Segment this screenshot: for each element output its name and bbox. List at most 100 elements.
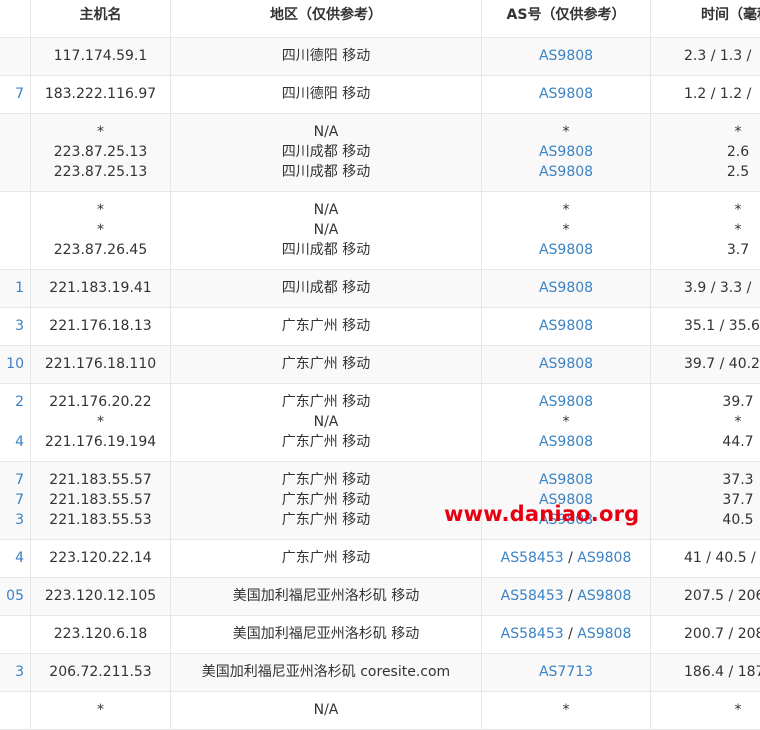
hop-cell	[0, 38, 31, 76]
latency-value: 200.7 / 208.9	[684, 624, 760, 644]
traceroute-table-container: 主机名 地区（仅供参考） AS号（仅供参考） 时间（毫秒 117.174.59.…	[0, 0, 760, 730]
as-link[interactable]: AS9808	[539, 86, 593, 102]
time-cell: 2.3 / 1.3 /	[651, 38, 760, 76]
as-link[interactable]: AS9808	[539, 242, 593, 258]
hop-number[interactable]: 1	[0, 278, 24, 298]
region-text: 美国加利福尼亚州洛杉矶 移动	[171, 586, 481, 606]
hop-number[interactable]: 7	[0, 490, 24, 510]
host-ip: 223.120.12.105	[31, 586, 170, 606]
hop-number[interactable]	[0, 412, 24, 432]
region-text: 美国加利福尼亚州洛杉矶 移动	[171, 624, 481, 644]
latency-value: 2.6	[684, 142, 760, 162]
hop-number[interactable]	[0, 162, 24, 182]
as-link[interactable]: AS9808	[539, 434, 593, 450]
host-ip: 221.183.55.57	[31, 470, 170, 490]
hop-number[interactable]: 7	[0, 84, 24, 104]
hop-number[interactable]: 10	[0, 354, 24, 374]
latency-value: 37.7	[684, 490, 760, 510]
as-link[interactable]: AS7713	[539, 664, 593, 680]
traceroute-table: 主机名 地区（仅供参考） AS号（仅供参考） 时间（毫秒 117.174.59.…	[0, 0, 760, 730]
hop-cell	[0, 616, 31, 654]
host-ip: 223.120.22.14	[31, 548, 170, 568]
region-text: 四川德阳 移动	[171, 84, 481, 104]
hop-number[interactable]	[0, 200, 24, 220]
host-ip: 223.87.25.13	[31, 142, 170, 162]
as-unknown: *	[563, 124, 570, 140]
hop-number[interactable]: 7	[0, 470, 24, 490]
region-text: 广东广州 移动	[171, 316, 481, 336]
as-link[interactable]: AS9808	[539, 280, 593, 296]
host-cell: 221.183.55.57221.183.55.57221.183.55.53	[31, 462, 171, 540]
as-unknown: *	[563, 414, 570, 430]
as-link[interactable]: AS9808	[577, 588, 631, 604]
hop-cell: 7	[0, 76, 31, 114]
host-cell: 223.120.6.18	[31, 616, 171, 654]
as-link[interactable]: AS9808	[539, 472, 593, 488]
hop-number[interactable]	[0, 624, 24, 644]
table-row: *223.87.25.13223.87.25.13N/A四川成都 移动四川成都 …	[0, 114, 760, 192]
table-row: 773221.183.55.57221.183.55.57221.183.55.…	[0, 462, 760, 540]
latency-value: *	[684, 412, 760, 432]
latency-value: 44.7	[684, 432, 760, 452]
table-row: 4223.120.22.14广东广州 移动AS58453 / AS980841 …	[0, 540, 760, 578]
hop-number[interactable]: 4	[0, 548, 24, 568]
as-separator: /	[564, 588, 578, 604]
as-line: AS9808	[482, 278, 650, 298]
hop-number[interactable]: 3	[0, 510, 24, 530]
as-cell: *	[482, 692, 651, 730]
region-text: N/A	[171, 412, 481, 432]
as-unknown: *	[563, 702, 570, 718]
host-ip: *	[31, 700, 170, 720]
hop-number[interactable]	[0, 46, 24, 66]
table-row: 1221.183.19.41四川成都 移动AS98083.9 / 3.3 /	[0, 270, 760, 308]
hop-cell: 1	[0, 270, 31, 308]
as-link[interactable]: AS9808	[539, 144, 593, 160]
hop-cell	[0, 114, 31, 192]
as-link[interactable]: AS58453	[501, 588, 564, 604]
as-link[interactable]: AS9808	[577, 550, 631, 566]
column-header-as: AS号（仅供参考）	[482, 0, 651, 38]
as-link[interactable]: AS9808	[539, 318, 593, 334]
latency-value: 3.7	[684, 240, 760, 260]
as-link[interactable]: AS9808	[577, 626, 631, 642]
as-cell: AS9808	[482, 76, 651, 114]
region-text: 美国加利福尼亚州洛杉矶 coresite.com	[171, 662, 481, 682]
as-link[interactable]: AS9808	[539, 164, 593, 180]
as-link[interactable]: AS58453	[501, 550, 564, 566]
host-ip: *	[31, 200, 170, 220]
as-link[interactable]: AS9808	[539, 48, 593, 64]
hop-number[interactable]	[0, 142, 24, 162]
latency-value: 41 / 40.5 /	[684, 548, 760, 568]
hop-number[interactable]: 3	[0, 316, 24, 336]
region-cell: 广东广州 移动	[171, 346, 482, 384]
region-text: N/A	[171, 220, 481, 240]
host-cell: 223.120.22.14	[31, 540, 171, 578]
hop-number[interactable]: 4	[0, 432, 24, 452]
table-row: *N/A**	[0, 692, 760, 730]
as-line: AS9808	[482, 240, 650, 260]
hop-number[interactable]: 05	[0, 586, 24, 606]
host-ip: *	[31, 122, 170, 142]
as-separator: /	[564, 626, 578, 642]
latency-value: 40.5	[684, 510, 760, 530]
hop-number[interactable]: 3	[0, 662, 24, 682]
as-link[interactable]: AS9808	[539, 394, 593, 410]
as-line: *	[482, 412, 650, 432]
as-cell: **AS9808	[482, 192, 651, 270]
time-cell: **3.7	[651, 192, 760, 270]
hop-cell: 3	[0, 308, 31, 346]
hop-number[interactable]	[0, 122, 24, 142]
host-cell: 117.174.59.1	[31, 38, 171, 76]
hop-number[interactable]: 2	[0, 392, 24, 412]
hop-number[interactable]	[0, 240, 24, 260]
as-link[interactable]: AS58453	[501, 626, 564, 642]
hop-number[interactable]	[0, 700, 24, 720]
as-link[interactable]: AS9808	[539, 356, 593, 372]
as-cell: * AS9808 AS9808	[482, 114, 651, 192]
latency-value: 35.1 / 35.6	[684, 316, 760, 336]
time-cell: *2.62.5	[651, 114, 760, 192]
time-cell: 186.4 / 187.7	[651, 654, 760, 692]
hop-number[interactable]	[0, 220, 24, 240]
as-line: *	[482, 220, 650, 240]
region-text: N/A	[171, 700, 481, 720]
